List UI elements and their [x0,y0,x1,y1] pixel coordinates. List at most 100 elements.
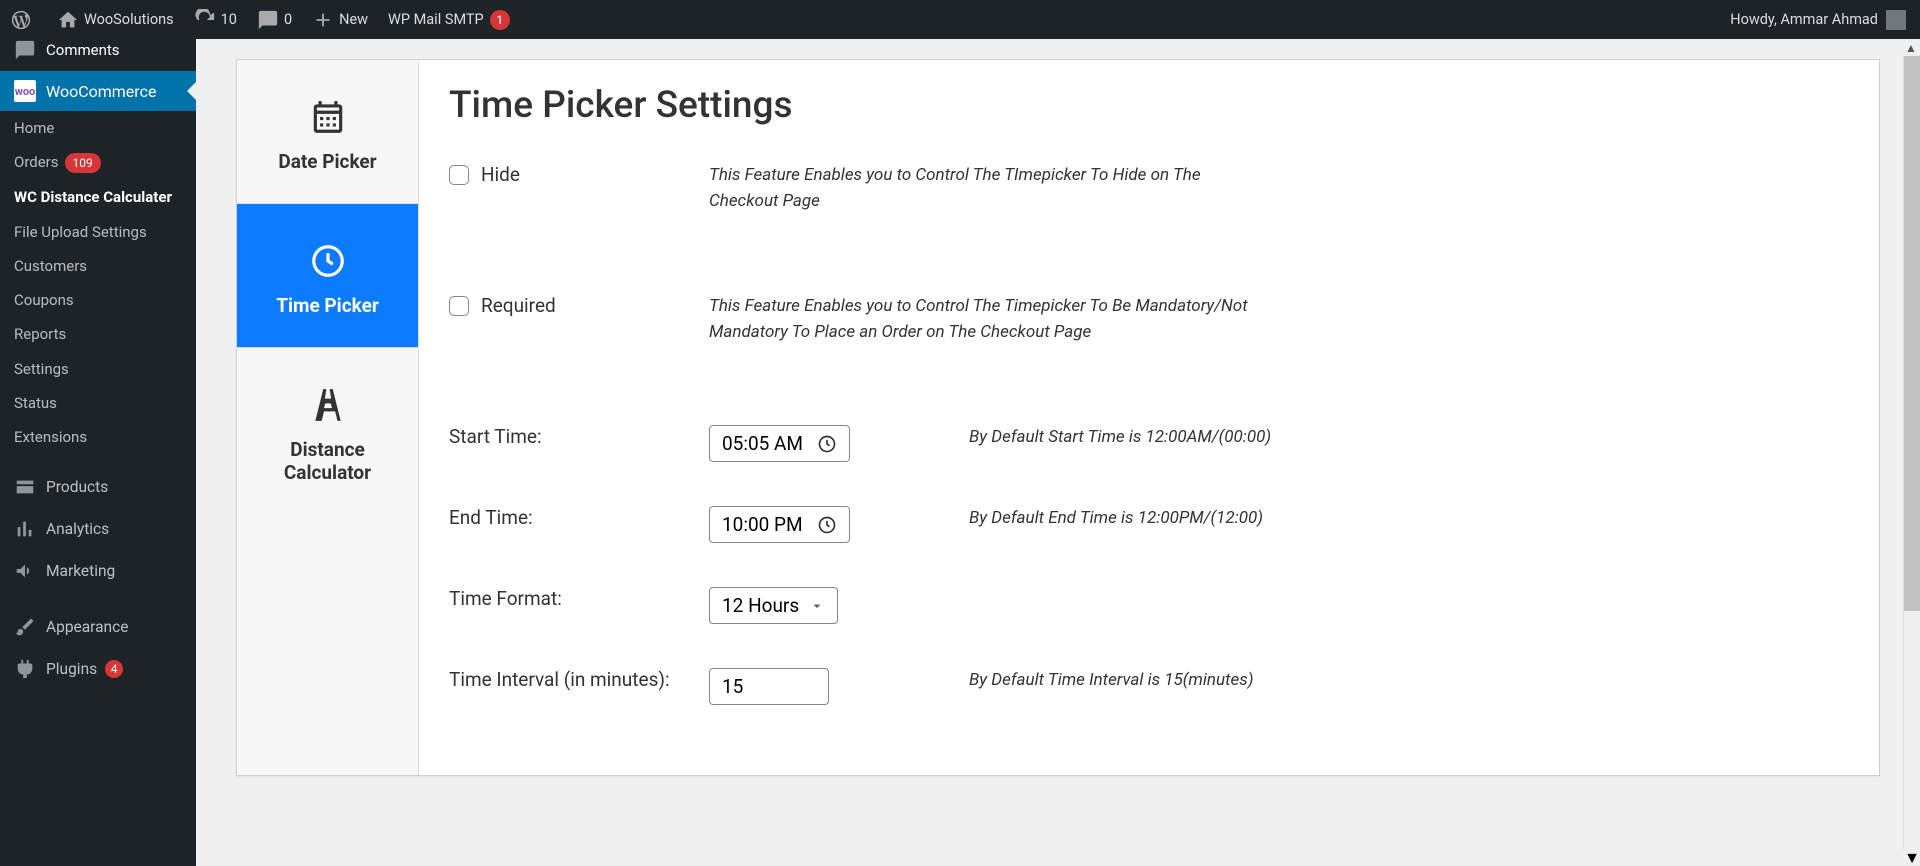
time-interval-input[interactable]: 15 [709,668,829,705]
end-time-input[interactable]: 10:00 PM [709,506,850,543]
required-label: Required [481,294,556,317]
time-format-value: 12 Hours [722,594,799,617]
sidebar-label: Comments [46,41,120,59]
admin-bar: WooSolutions 10 0 New WP Mail SMTP 1 How… [0,0,1920,39]
submenu-wc-distance-calculater[interactable]: WC Distance Calculater [0,180,196,214]
tab-label: Time Picker [247,294,408,317]
updates-link[interactable]: 10 [184,0,247,39]
hide-checkbox[interactable] [449,165,469,185]
orders-badge: 109 [65,153,101,173]
submenu-extensions[interactable]: Extensions [0,420,196,454]
tab-time-picker[interactable]: Time Picker [237,204,418,348]
wp-mail-label: WP Mail SMTP [388,11,484,28]
tab-date-picker[interactable]: Date Picker [237,60,418,204]
start-time-label: Start Time: [449,425,709,448]
sidebar-label: Marketing [46,562,115,580]
sidebar-label: Plugins [46,660,97,678]
plugins-badge: 4 [105,660,123,678]
row-hide: Hide This Feature Enables you to Control… [449,149,1849,254]
sidebar-item-appearance[interactable]: Appearance [0,606,196,648]
submenu-reports[interactable]: Reports [0,317,196,351]
sidebar-item-woocommerce[interactable]: woo WooCommerce [0,71,196,111]
clock-icon [817,434,837,454]
chevron-down-icon [809,598,825,614]
brush-icon [14,616,36,638]
sidebar-label: Analytics [46,520,109,538]
end-time-label: End Time: [449,506,709,529]
time-format-label: Time Format: [449,587,709,610]
main-content: ▲ Date Picker Time Picker Distance Calcu… [196,39,1920,866]
new-label: New [339,11,368,28]
start-time-input[interactable]: 05:05 AM [709,425,850,462]
updates-count: 10 [221,11,237,28]
required-help: This Feature Enables you to Control The … [709,294,1269,345]
time-interval-label: Time Interval (in minutes): [449,668,709,691]
wp-mail-smtp-link[interactable]: WP Mail SMTP 1 [378,0,520,39]
submenu-settings[interactable]: Settings [0,352,196,386]
plug-icon [14,658,36,680]
sidebar-label: Products [46,478,108,496]
sidebar-item-products[interactable]: Products [0,466,196,508]
new-link[interactable]: New [302,0,378,39]
hide-label: Hide [481,163,520,186]
row-start-time: Start Time: 05:05 AM By Default Start Ti… [449,385,1849,492]
site-link[interactable]: WooSolutions [47,0,184,39]
wp-logo[interactable] [0,0,47,39]
comments-link[interactable]: 0 [247,0,302,39]
clock-icon [817,515,837,535]
admin-sidebar: Comments woo WooCommerce Home Orders109 … [0,39,196,866]
panel-title: Time Picker Settings [449,84,1849,127]
submenu-status[interactable]: Status [0,386,196,420]
plus-icon [312,9,334,31]
scroll-up-arrow[interactable]: ▲ [1902,39,1920,57]
sidebar-item-analytics[interactable]: Analytics [0,508,196,550]
settings-panel: Time Picker Settings Hide This Feature E… [419,60,1879,775]
greeting-text: Howdy, Ammar Ahmad [1730,11,1878,28]
sidebar-item-comments[interactable]: Comments [0,39,196,71]
products-icon [14,476,36,498]
home-icon [57,9,79,31]
row-required: Required This Feature Enables you to Con… [449,254,1849,385]
avatar [1886,10,1906,30]
sidebar-label: WooCommerce [46,82,156,101]
clock-icon [309,242,347,280]
settings-tabs: Date Picker Time Picker Distance Calcula… [237,60,419,775]
scroll-down-arrow[interactable]: ▼ [1904,849,1920,866]
end-time-help: By Default End Time is 12:00PM/(12:00) [969,506,1529,532]
time-format-select[interactable]: 12 Hours [709,587,838,624]
tab-label: Distance Calculator [247,438,408,484]
settings-card: Date Picker Time Picker Distance Calcula… [236,59,1880,776]
submenu-file-upload[interactable]: File Upload Settings [0,215,196,249]
hide-help: This Feature Enables you to Control The … [709,163,1269,214]
analytics-icon [14,518,36,540]
end-time-value: 10:00 PM [722,513,803,536]
submenu-orders[interactable]: Orders109 [0,145,196,180]
calendar-icon [309,98,347,136]
comment-icon [14,39,36,61]
megaphone-icon [14,560,36,582]
submenu-customers[interactable]: Customers [0,249,196,283]
wp-mail-badge: 1 [490,10,510,30]
account-menu[interactable]: Howdy, Ammar Ahmad [1730,0,1920,39]
submenu-coupons[interactable]: Coupons [0,283,196,317]
row-time-format: Time Format: 12 Hours [449,573,1849,654]
row-end-time: End Time: 10:00 PM By Default End Time i… [449,492,1849,573]
sidebar-label: Appearance [46,618,128,636]
required-checkbox[interactable] [449,296,469,316]
start-time-help: By Default Start Time is 12:00AM/(00:00) [969,425,1529,451]
woocommerce-icon: woo [14,80,36,102]
refresh-icon [194,9,216,31]
wordpress-icon [10,9,32,31]
comment-icon [257,9,279,31]
start-time-value: 05:05 AM [722,432,803,455]
tab-distance-calculator[interactable]: Distance Calculator [237,348,418,514]
tab-label: Date Picker [247,150,408,173]
comments-count: 0 [284,11,292,28]
submenu-home[interactable]: Home [0,111,196,145]
scrollbar[interactable]: ▼ [1903,56,1920,849]
sidebar-item-marketing[interactable]: Marketing [0,550,196,592]
row-time-interval: Time Interval (in minutes): 15 By Defaul… [449,654,1849,735]
scrollbar-thumb[interactable] [1904,56,1920,611]
time-interval-value: 15 [722,675,743,698]
sidebar-item-plugins[interactable]: Plugins 4 [0,648,196,690]
